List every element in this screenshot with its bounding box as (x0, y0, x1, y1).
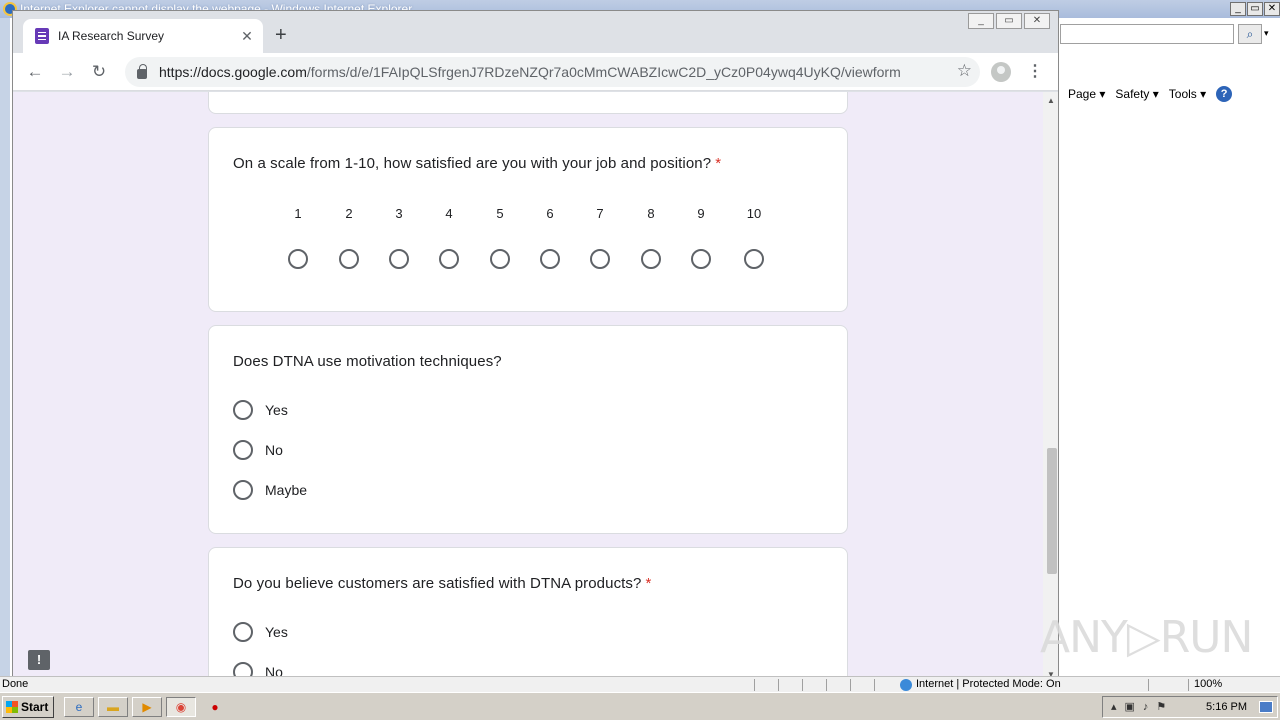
option-radio-maybe[interactable] (233, 480, 253, 500)
chrome-close-button[interactable]: ✕ (1024, 13, 1050, 29)
question-card-job-satisfaction: On a scale from 1-10, how satisfied are … (208, 127, 848, 312)
chrome-window: IA Research Survey ✕ + _ ▭ ✕ ← → ↻ https… (12, 10, 1059, 680)
page-scrollbar[interactable]: ▲ ▼ (1043, 92, 1058, 679)
scale-radio-8[interactable] (641, 249, 661, 269)
chrome-minimize-button[interactable]: _ (968, 13, 994, 29)
forward-arrow-icon[interactable]: → (55, 60, 79, 84)
ie-window-controls: _ ▭ ✕ (1230, 0, 1280, 16)
taskbar-opera-icon[interactable]: ● (200, 697, 230, 717)
form-page: On a scale from 1-10, how satisfied are … (13, 92, 1043, 679)
taskbar-explorer-icon[interactable]: ▬ (98, 697, 128, 717)
scale-label-1: 1 (294, 206, 302, 221)
chrome-menu-icon[interactable]: ⋮ (1027, 61, 1043, 81)
windows-taskbar: Start e ▬ ▶ ◉ ● ▴▣♪⚑ 5:16 PM (0, 692, 1280, 720)
scale-label-8: 8 (647, 206, 655, 221)
option-label-yes[interactable]: Yes (265, 624, 288, 640)
taskbar-ie-icon[interactable]: e (64, 697, 94, 717)
question-title: On a scale from 1-10, how satisfied are … (233, 155, 722, 172)
show-desktop-icon[interactable] (1259, 701, 1273, 713)
scale-radio-3[interactable] (389, 249, 409, 269)
profile-avatar-icon[interactable] (991, 62, 1011, 82)
previous-question-card (208, 92, 848, 114)
option-radio-yes[interactable] (233, 400, 253, 420)
required-asterisk: * (645, 575, 652, 592)
tab-strip: IA Research Survey ✕ + _ ▭ ✕ (13, 11, 1058, 53)
ie-close-button[interactable]: ✕ (1264, 2, 1280, 16)
scale-radio-5[interactable] (490, 249, 510, 269)
lock-icon[interactable] (137, 63, 147, 79)
taskbar-chrome-icon[interactable]: ◉ (166, 697, 196, 717)
option-label-yes[interactable]: Yes (265, 402, 288, 418)
scale-label-10: 10 (746, 206, 762, 221)
ie-search-box[interactable] (1060, 24, 1234, 44)
tab-close-icon[interactable]: ✕ (237, 28, 257, 45)
ie-status-bar: Done Internet | Protected Mode: On 100% (0, 676, 1280, 692)
scale-label-4: 4 (445, 206, 453, 221)
ie-search-icon[interactable]: ⌕ (1238, 24, 1262, 44)
reload-icon[interactable]: ↻ (87, 60, 111, 84)
ie-maximize-button[interactable]: ▭ (1247, 2, 1263, 16)
scale-radio-2[interactable] (339, 249, 359, 269)
scale-label-3: 3 (395, 206, 403, 221)
system-tray: ▴▣♪⚑ 5:16 PM (1102, 696, 1278, 718)
tray-icons[interactable]: ▴▣♪⚑ (1111, 697, 1174, 717)
new-tab-button[interactable]: + (275, 25, 287, 45)
option-label-maybe[interactable]: Maybe (265, 482, 307, 498)
bookmark-star-icon[interactable]: ☆ (957, 61, 972, 81)
question-title: Do you believe customers are satisfied w… (233, 575, 652, 592)
back-arrow-icon[interactable]: ← (23, 60, 47, 84)
tab-title: IA Research Survey (58, 29, 165, 43)
option-radio-yes[interactable] (233, 622, 253, 642)
browser-toolbar: ← → ↻ https://docs.google.com/forms/d/e/… (13, 53, 1058, 91)
scale-label-9: 9 (697, 206, 705, 221)
question-title: Does DTNA use motivation techniques? (233, 353, 502, 370)
feedback-icon[interactable]: ! (28, 650, 50, 670)
scale-radio-10[interactable] (744, 249, 764, 269)
start-button[interactable]: Start (2, 696, 54, 718)
google-forms-icon (35, 28, 49, 44)
option-radio-no[interactable] (233, 440, 253, 460)
globe-icon (900, 679, 912, 691)
scale-label-6: 6 (546, 206, 554, 221)
ie-zoom-level[interactable]: 100% (1194, 677, 1222, 692)
ie-status-text: Done (2, 678, 29, 690)
address-bar[interactable]: https://docs.google.com/forms/d/e/1FAIpQ… (125, 57, 980, 87)
ie-search-dropdown-icon[interactable]: ▾ (1264, 28, 1269, 39)
ie-safety-menu[interactable]: Safety ▾ (1115, 87, 1158, 101)
ie-security-zone: Internet | Protected Mode: On (900, 677, 1061, 692)
required-asterisk: * (715, 155, 722, 172)
scale-radio-7[interactable] (590, 249, 610, 269)
ie-command-bar: Page ▾ Safety ▾ Tools ▾ ? (1060, 84, 1280, 104)
scale-label-7: 7 (596, 206, 604, 221)
taskbar-media-player-icon[interactable]: ▶ (132, 697, 162, 717)
scale-radio-9[interactable] (691, 249, 711, 269)
scale-label-2: 2 (345, 206, 353, 221)
ie-tools-menu[interactable]: Tools ▾ (1169, 87, 1206, 101)
chrome-restore-button[interactable]: ▭ (996, 13, 1022, 29)
ie-window-frame (0, 18, 10, 678)
question-card-customer-satisfaction: Do you believe customers are satisfied w… (208, 547, 848, 679)
url-text: https://docs.google.com/forms/d/e/1FAIpQ… (159, 64, 901, 80)
option-label-no[interactable]: No (265, 442, 283, 458)
question-card-motivation: Does DTNA use motivation techniques? Yes… (208, 325, 848, 534)
ie-help-icon[interactable]: ? (1216, 86, 1233, 102)
scroll-up-icon[interactable]: ▲ (1047, 96, 1055, 105)
chrome-window-controls: _ ▭ ✕ (966, 13, 1050, 29)
scale-radio-1[interactable] (288, 249, 308, 269)
scale-radio-4[interactable] (439, 249, 459, 269)
ie-minimize-button[interactable]: _ (1230, 2, 1246, 16)
tab-ia-research-survey[interactable]: IA Research Survey ✕ (23, 19, 263, 53)
scale-label-5: 5 (496, 206, 504, 221)
ie-page-menu[interactable]: Page ▾ (1068, 87, 1105, 101)
scale-radio-6[interactable] (540, 249, 560, 269)
clock[interactable]: 5:16 PM (1206, 697, 1247, 717)
anyrun-watermark: ANY▷RUN (1040, 612, 1253, 663)
scroll-thumb[interactable] (1047, 448, 1057, 574)
